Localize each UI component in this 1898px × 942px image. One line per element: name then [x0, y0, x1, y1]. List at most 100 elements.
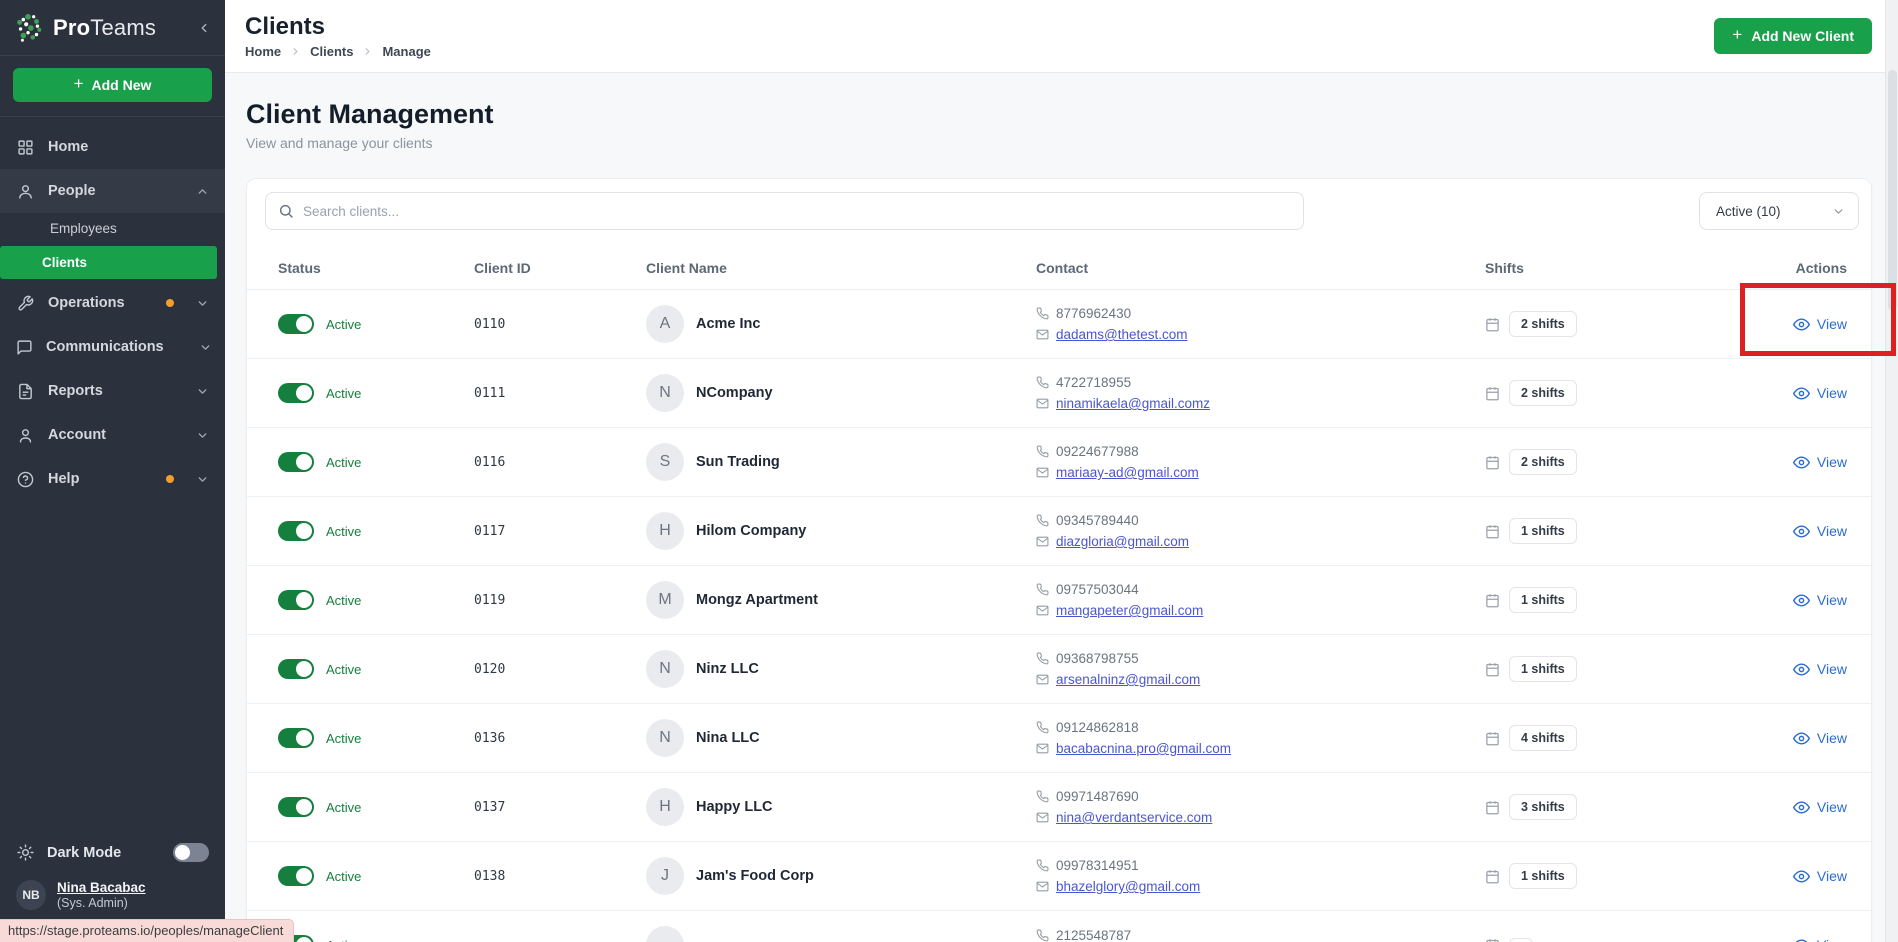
- client-id: 0136: [474, 731, 646, 746]
- status-toggle[interactable]: [278, 590, 314, 610]
- phone-icon: [1036, 583, 1049, 596]
- chevron-right-icon: [362, 46, 373, 57]
- status-toggle[interactable]: [278, 521, 314, 541]
- phone-icon: [1036, 721, 1049, 734]
- add-new-label: Add New: [92, 77, 152, 93]
- client-name: Happy LLC: [696, 799, 773, 815]
- client-avatar: S: [646, 443, 684, 481]
- mail-icon: [1036, 397, 1049, 410]
- chat-bubble-icon: [16, 339, 33, 356]
- add-new-client-button[interactable]: + Add New Client: [1714, 18, 1872, 54]
- client-id: 0110: [474, 317, 646, 332]
- status-toggle[interactable]: [278, 452, 314, 472]
- column-header-client-id: Client ID: [474, 260, 646, 276]
- client-email-link[interactable]: mangapeter@gmail.com: [1056, 603, 1203, 618]
- sidebar-item-account[interactable]: Account: [0, 413, 225, 457]
- search-input[interactable]: [303, 204, 1291, 219]
- view-label: View: [1817, 799, 1847, 815]
- shifts-badge: 4 shifts: [1509, 725, 1577, 751]
- client-email-link[interactable]: bacabacnina.pro@gmail.com: [1056, 741, 1231, 756]
- sidebar-item-operations[interactable]: Operations: [0, 281, 225, 325]
- user-name[interactable]: Nina Bacabac: [57, 880, 146, 895]
- sidebar-item-employees[interactable]: Employees: [0, 213, 225, 244]
- eye-icon: [1793, 523, 1810, 540]
- view-button[interactable]: View: [1685, 592, 1847, 609]
- sidebar-item-communications[interactable]: Communications: [0, 325, 225, 369]
- mail-icon: [1036, 604, 1049, 617]
- client-phone: 2125548787: [1056, 928, 1131, 942]
- view-button[interactable]: View: [1685, 868, 1847, 885]
- client-email-link[interactable]: arsenalninz@gmail.com: [1056, 672, 1200, 687]
- notification-dot: [166, 299, 174, 307]
- sidebar-item-help[interactable]: Help: [0, 457, 225, 501]
- breadcrumb-home[interactable]: Home: [245, 44, 281, 59]
- dark-mode-toggle[interactable]: [173, 843, 209, 862]
- home-grid-icon: [16, 139, 35, 156]
- client-phone: 09757503044: [1056, 582, 1139, 597]
- column-header-client-name: Client Name: [646, 260, 1036, 276]
- sidebar-item-clients[interactable]: Clients: [0, 246, 217, 279]
- calendar-icon: [1485, 800, 1500, 815]
- scrollbar-thumb[interactable]: [1888, 70, 1897, 310]
- user-profile[interactable]: NB Nina Bacabac (Sys. Admin): [0, 872, 225, 916]
- breadcrumb-clients[interactable]: Clients: [310, 44, 353, 59]
- view-button[interactable]: View: [1685, 523, 1847, 540]
- phone-icon: [1036, 376, 1049, 389]
- client-email-link[interactable]: bhazelglory@gmail.com: [1056, 879, 1200, 894]
- sidebar-item-people[interactable]: People: [0, 169, 225, 213]
- calendar-icon: [1485, 869, 1500, 884]
- mail-icon: [1036, 466, 1049, 479]
- content: Client Management View and manage your c…: [225, 73, 1898, 942]
- client-email-link[interactable]: ninamikaela@gmail.comz: [1056, 396, 1210, 411]
- sidebar-item-reports[interactable]: Reports: [0, 369, 225, 413]
- sidebar-item-home[interactable]: Home: [0, 125, 225, 169]
- eye-icon: [1793, 385, 1810, 402]
- status-toggle[interactable]: [278, 314, 314, 334]
- calendar-icon: [1485, 455, 1500, 470]
- status-toggle[interactable]: [278, 383, 314, 403]
- view-button[interactable]: View: [1685, 799, 1847, 816]
- eye-icon: [1793, 799, 1810, 816]
- view-button[interactable]: View: [1685, 316, 1847, 333]
- page-scrollbar[interactable]: [1885, 0, 1898, 942]
- view-button[interactable]: View: [1685, 661, 1847, 678]
- client-email-link[interactable]: mariaay-ad@gmail.com: [1056, 465, 1199, 480]
- sidebar-collapse-icon[interactable]: [197, 21, 211, 35]
- phone-icon: [1036, 652, 1049, 665]
- column-header-contact: Contact: [1036, 260, 1485, 276]
- eye-icon: [1793, 730, 1810, 747]
- view-label: View: [1817, 661, 1847, 677]
- table-row: Active 0116 S Sun Trading 09224677988 ma…: [247, 428, 1871, 497]
- table-row: Active 0119 M Mongz Apartment 0975750304…: [247, 566, 1871, 635]
- status-toggle[interactable]: [278, 659, 314, 679]
- client-phone: 8776962430: [1056, 306, 1131, 321]
- client-email-link[interactable]: dadams@thetest.com: [1056, 327, 1188, 342]
- calendar-icon: [1485, 593, 1500, 608]
- phone-icon: [1036, 859, 1049, 872]
- search-box[interactable]: [265, 192, 1304, 230]
- client-email-link[interactable]: nina@verdantservice.com: [1056, 810, 1212, 825]
- client-avatar: N: [646, 374, 684, 412]
- view-button[interactable]: View: [1685, 454, 1847, 471]
- eye-icon: [1793, 937, 1810, 942]
- status-toggle[interactable]: [278, 866, 314, 886]
- client-avatar: H: [646, 788, 684, 826]
- add-new-button[interactable]: + Add New: [13, 68, 212, 102]
- status-filter-dropdown[interactable]: Active (10): [1699, 192, 1859, 230]
- client-email-link[interactable]: diazgloria@gmail.com: [1056, 534, 1189, 549]
- status-toggle[interactable]: [278, 797, 314, 817]
- view-button[interactable]: View: [1685, 385, 1847, 402]
- sidebar-item-label: Operations: [48, 295, 153, 311]
- status-label: Active: [326, 386, 361, 401]
- status-label: Active: [326, 800, 361, 815]
- section-heading: Client Management: [246, 99, 1872, 130]
- calendar-icon: [1485, 524, 1500, 539]
- column-header-actions: Actions: [1685, 260, 1847, 276]
- status-toggle[interactable]: [278, 728, 314, 748]
- view-button[interactable]: View: [1685, 730, 1847, 747]
- view-button[interactable]: View: [1685, 937, 1847, 942]
- status-label: Active: [326, 524, 361, 539]
- dark-mode-label: Dark Mode: [47, 845, 161, 861]
- table-row: Active 0136 N Nina LLC 09124862818 bacab…: [247, 704, 1871, 773]
- brand-name: ProTeams: [53, 15, 188, 41]
